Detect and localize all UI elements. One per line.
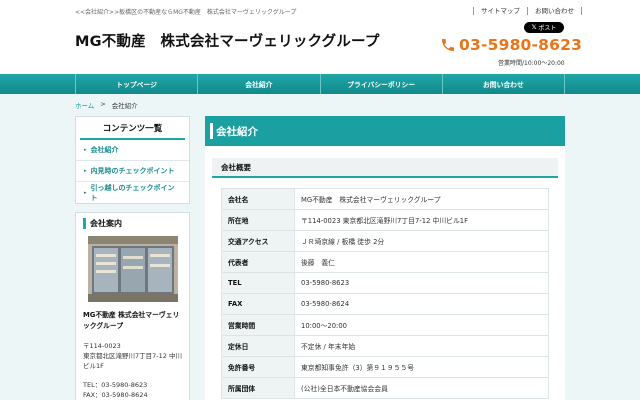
table-row: 所属団体 (公社)全日本不動産協会会員 [221, 377, 549, 399]
sidebar-item-company[interactable]: ▸ 会社紹介 [76, 140, 189, 161]
contents-title: コンテンツ一覧 [80, 117, 185, 140]
row-value: (公社)全日本不動産協会会員 [294, 377, 549, 399]
breadcrumb-current: 会社紹介 [111, 102, 138, 110]
table-row: FAX 03-5980-8624 [221, 293, 549, 315]
contents-box: コンテンツ一覧 ▸ 会社紹介 ▸ 内見時のチェックポイント ▸ 引っ越しのチェッ… [75, 116, 190, 204]
row-value: 東京都知事免許（3）第９１９５５号 [294, 356, 549, 378]
table-row: 代表者 後藤 義仁 [221, 251, 549, 273]
row-value: 03-5980-8624 [294, 293, 549, 315]
row-value: 後藤 義仁 [294, 251, 549, 273]
contact-link[interactable]: お問い合わせ [527, 7, 582, 15]
row-value: 10:00～20:00 [294, 314, 549, 336]
row-label: 所在地 [221, 209, 295, 231]
row-label: 代表者 [221, 251, 295, 273]
table-row: TEL 03-5980-8623 [221, 272, 549, 294]
phone-contact: 03-5980-8623 [440, 36, 582, 54]
row-value: 〒114-0023 東京都北区滝野川7丁目7-12 中川ビル1F [294, 209, 549, 231]
chevron-right-icon: ▸ [84, 189, 87, 196]
phone-icon [442, 39, 454, 51]
row-label: 会社名 [221, 188, 295, 210]
company-tel: TEL：03-5980-8623 [83, 381, 148, 389]
sidebar-item-label: 内見時のチェックポイント [90, 167, 175, 175]
chevron-right-icon: ▸ [84, 147, 87, 153]
business-hours: 営業時間/10:00～20:00 [498, 60, 565, 67]
breadcrumb: ホーム > 会社紹介 [75, 100, 138, 110]
row-label: 営業時間 [221, 314, 295, 336]
site-logo[interactable]: MG不動産 株式会社マーヴェリックグループ [75, 30, 380, 51]
table-row: 営業時間 10:00～20:00 [221, 314, 549, 336]
row-value: MG不動産 株式会社マーヴェリックグループ [294, 188, 549, 210]
company-fax: FAX：03-5980-8624 [83, 391, 148, 399]
x-post-button[interactable]: 𝕏 ポスト [524, 22, 564, 33]
header-links: サイトマップ お問い合わせ [473, 7, 582, 15]
company-info-box: 会社案内 MG不動産 株式会社マーヴェリックグループ 〒114-0023 東京都… [75, 212, 190, 400]
company-info-title: 会社案内 [83, 218, 182, 229]
row-value: 03-5980-8623 [294, 272, 549, 294]
nav-item-privacy[interactable]: プライバシーポリシー [321, 74, 443, 94]
row-label: 定休日 [221, 335, 295, 357]
sidebar-item-viewing-checkpoints[interactable]: ▸ 内見時のチェックポイント [76, 161, 189, 182]
global-nav: トップページ 会社紹介 プライバシーポリシー お問い合わせ [0, 74, 640, 94]
company-address: 東京都北区滝野川7丁目7-12 中川ビル1F [83, 352, 182, 370]
main-content: 会社紹介 会社概要 会社名 MG不動産 株式会社マーヴェリックグループ 所在地 〒11… [205, 116, 565, 400]
sitemap-link[interactable]: サイトマップ [473, 7, 527, 15]
nav-item-company[interactable]: 会社紹介 [198, 74, 321, 94]
site-tagline: <<会社紹介>>板橋区の不動産ならMG不動産 株式会社マーヴェリックグループ [75, 9, 297, 16]
phone-number[interactable]: 03-5980-8623 [459, 36, 582, 54]
row-label: FAX [221, 293, 295, 315]
nav-item-contact[interactable]: お問い合わせ [443, 74, 565, 94]
page-title: 会社紹介 [205, 116, 565, 146]
post-button-label: ポスト [538, 25, 557, 32]
table-row: 免許番号 東京都知事免許（3）第９１９５５号 [221, 356, 549, 378]
sidebar-item-moving-checkpoints[interactable]: ▸ 引っ越しのチェックポイント [76, 182, 189, 203]
nav-item-top[interactable]: トップページ [76, 74, 199, 94]
storefront-photo [87, 236, 178, 302]
table-row: 所在地 〒114-0023 東京都北区滝野川7丁目7-12 中川ビル1F [221, 209, 549, 231]
breadcrumb-home[interactable]: ホーム [75, 100, 94, 110]
table-row: 会社名 MG不動産 株式会社マーヴェリックグループ [221, 188, 549, 210]
row-label: TEL [221, 272, 295, 294]
sidebar-item-label: 引っ越しのチェックポイント [90, 183, 175, 202]
table-row: 交通アクセス ＪＲ埼京線 / 板橋 徒歩 2分 [221, 230, 549, 252]
breadcrumb-separator: > [100, 100, 106, 108]
company-postal: 〒114-0023 [83, 342, 121, 350]
row-value: 不定休 / 年末年始 [294, 335, 549, 357]
row-label: 所属団体 [221, 377, 295, 399]
sidebar: コンテンツ一覧 ▸ 会社紹介 ▸ 内見時のチェックポイント ▸ 引っ越しのチェッ… [75, 116, 190, 400]
company-name: MG不動産 株式会社マーヴェリックグループ [83, 311, 180, 330]
row-label: 交通アクセス [221, 230, 295, 252]
header: <<会社紹介>>板橋区の不動産ならMG不動産 株式会社マーヴェリックグループ サ… [0, 0, 640, 74]
section-heading: 会社概要 [212, 158, 558, 178]
storefront-image [87, 236, 178, 302]
x-icon: 𝕏 [531, 24, 537, 31]
table-row: 定休日 不定休 / 年末年始 [221, 335, 549, 357]
chevron-right-icon: ▸ [84, 168, 87, 174]
sidebar-item-label: 会社紹介 [90, 146, 119, 154]
row-value: ＪＲ埼京線 / 板橋 徒歩 2分 [294, 230, 549, 252]
row-label: 免許番号 [221, 356, 295, 378]
company-overview-table: 会社名 MG不動産 株式会社マーヴェリックグループ 所在地 〒114-0023 東京都… [221, 188, 549, 399]
